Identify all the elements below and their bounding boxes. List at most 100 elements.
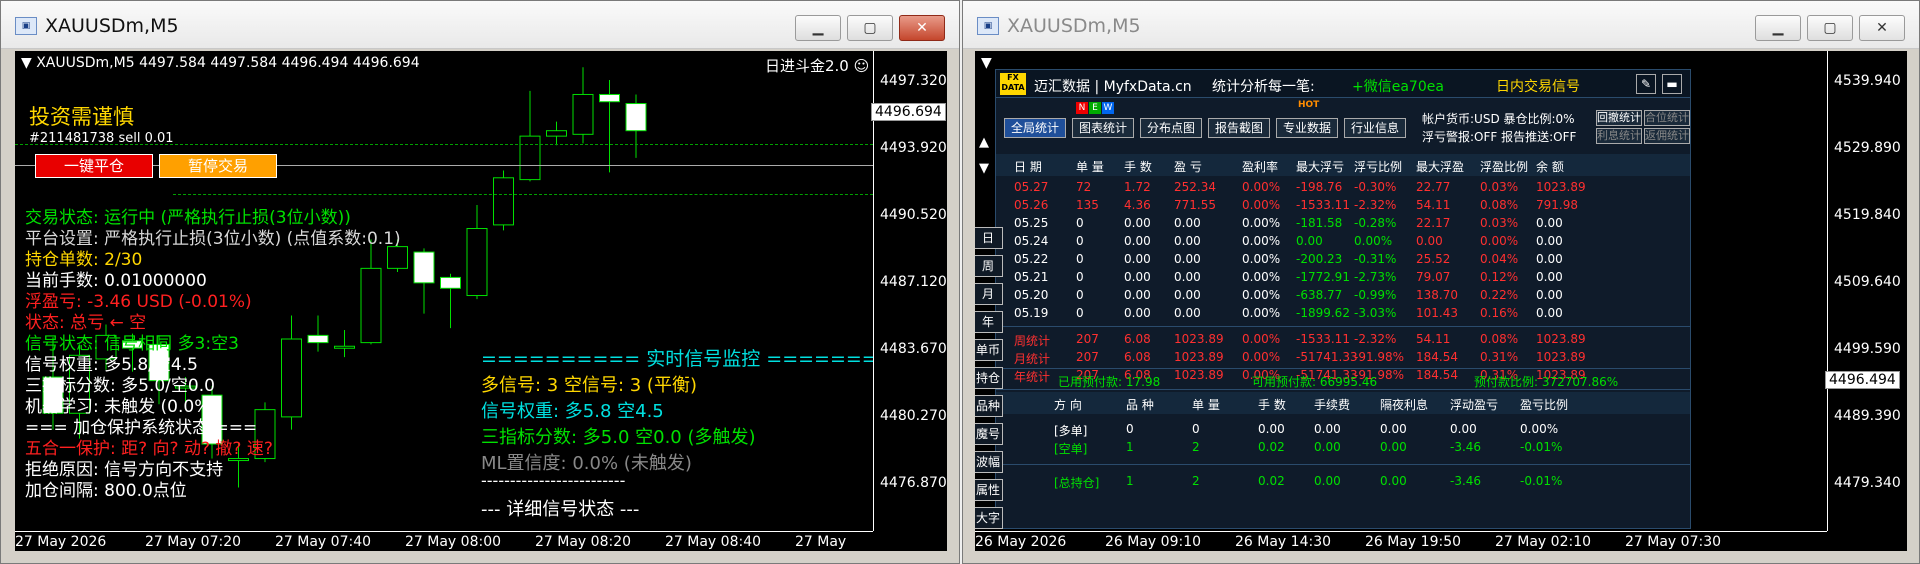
table-cell: -2.73% [1354,270,1397,284]
time-axis-2[interactable]: 26 May 2026 26 May 09:10 26 May 14:30 26 Ma… [975,531,1827,551]
table-cell: 207 [1076,350,1099,364]
positions-divider [996,464,1690,465]
table-row[interactable]: 05.19 0 0.00 0.00 0.00% -1899.62 -3.03% 101.43 0… [996,306,1690,324]
pause-trading-button[interactable]: 暂停交易 [159,154,277,178]
column-header: 浮动盈亏 [1450,398,1499,412]
table-cell: -0.30% [1354,180,1397,194]
table-cell: 2 [1192,474,1200,488]
table-cell: 0.00 [1536,252,1563,266]
quote-text: XAUUSDm,M5 4497.584 4497.584 4496.494 44… [36,55,420,71]
time-tick: 27 May 07:40 [275,534,372,550]
table-cell: 22.77 [1416,180,1451,194]
right-titlebar[interactable]: ▣ XAUUSDm,M5 ▁ ▢ ✕ [963,1,1919,49]
monitor-line-3: 三指标分数: 多5.0 空0.0 (多触发) [481,427,756,448]
side-button[interactable]: 日 [975,227,1003,249]
table-cell: 0.00 [1174,270,1201,284]
scroll-up-arrow[interactable]: ▲ [979,135,989,150]
table-cell: 0.00 [1174,252,1201,266]
side-button[interactable]: 年 [975,311,1003,333]
table-row[interactable]: 05.25 0 0.00 0.00 0.00% -181.58 -0.28% 22.17 0.0… [996,216,1690,234]
toolbar-button[interactable]: 专业数据 [1276,118,1338,138]
table-cell: -0.01% [1520,440,1563,454]
side-button[interactable]: 周 [975,255,1003,277]
close-button-2[interactable]: ✕ [1859,15,1905,41]
caution-title: 投资需谨慎 [29,105,134,129]
side-button[interactable]: 持仓 [975,367,1003,389]
close-button[interactable]: ✕ [899,15,945,41]
position-row[interactable]: [空单] 1 2 0.02 0.00 0.00 -3.46 -0.01% [996,440,1690,458]
time-axis[interactable]: 27 May 2026 27 May 07:20 27 May 07:40 27 Ma… [15,531,873,551]
maximize-button-2[interactable]: ▢ [1807,15,1853,41]
toolbar-button[interactable]: 报告截图 [1208,118,1270,138]
option-button[interactable]: 返佣统计 [1644,128,1690,144]
time-tick: 27 May 2026 [15,534,107,550]
table-row[interactable]: 05.27 72 1.72 252.34 0.00% -198.76 -0.30% 22.77… [996,180,1690,198]
left-titlebar[interactable]: ▣ XAUUSDm,M5 ▁ ▢ ✕ [1,1,959,49]
price-axis[interactable]: 4497.320 4493.920 4490.520 4487.120 4483.670… [873,51,947,531]
side-button[interactable]: 大字 [975,507,1003,529]
candle-body [599,93,620,103]
table-row[interactable]: 05.24 0 0.00 0.00 0.00% 0.00 0.00% 0.00 0.00% 0.0… [996,234,1690,252]
table-cell: 0 [1076,270,1084,284]
candle-body [466,228,488,297]
current-price-tag-2: 4496.494 [1825,371,1900,389]
summary-row[interactable]: 月统计 207 6.08 1023.89 0.00% -51741.33 -91.98% 18… [996,350,1690,368]
table-cell: -91.98% [1354,350,1405,364]
new-badge-e: E [1089,102,1101,114]
position-row[interactable]: [多单] 0 0 0.00 0.00 0.00 0.00 0.00% [996,422,1690,440]
monitor-line-5: ------------------------- [481,471,626,490]
price-tick: 4480.270 [880,408,947,424]
stats-panel: FX DATA 迈汇数据 | MyfxData.cn 统计分析每一笔: +微信e… [995,69,1691,529]
side-button[interactable]: 单币 [975,339,1003,361]
minimize-button-2[interactable]: ▁ [1755,15,1801,41]
ea-name-text: 日进斗金2.0 [765,57,849,75]
table-row[interactable]: 05.20 0 0.00 0.00 0.00% -638.77 -0.99% 138.70 0.… [996,288,1690,306]
table-divider [996,326,1690,327]
position-line [15,144,873,145]
table-cell: 791.98 [1536,198,1578,212]
maximize-button[interactable]: ▢ [847,15,893,41]
column-header: 手 数 [1258,398,1286,412]
table-cell: 0.00 [1258,422,1285,436]
side-button[interactable]: 魔号 [975,423,1003,445]
side-period-buttons: ▲ ▼ 日周月年单币持仓品种魔号波幅属性大字 [975,51,1003,531]
close-all-button[interactable]: 一键平仓 [35,154,153,178]
table-row[interactable]: 05.22 0 0.00 0.00 0.00% -200.23 -0.31% 25.52 0.0… [996,252,1690,270]
left-chart-area[interactable]: ▼ XAUUSDm,M5 4497.584 4497.584 4496.494 … [15,51,947,551]
table-cell: 1023.89 [1536,350,1586,364]
price-tick: 4509.640 [1834,274,1901,290]
ea-name: 日进斗金2.0 ☺ [765,55,869,76]
option-button[interactable]: 合位统计 [1644,110,1690,126]
right-chart-window: ▣ XAUUSDm,M5 ▁ ▢ ✕ ▼ 4539.940 4529.890 451… [962,0,1920,564]
price-tick: 4479.340 [1834,475,1901,491]
minimize-panel-icon[interactable]: ▬ [1662,74,1682,94]
option-button[interactable]: 回撤统计 [1596,110,1642,126]
scroll-down-arrow[interactable]: ▼ [979,161,989,176]
side-button[interactable]: 属性 [975,479,1003,501]
candle-body [493,177,514,226]
side-button[interactable]: 波幅 [975,451,1003,473]
table-cell: 0.00% [1242,216,1281,230]
option-button[interactable]: 利息统计 [1596,128,1642,144]
right-chart-area[interactable]: ▼ 4539.940 4529.890 4519.840 4509.640 4499.5… [975,51,1907,551]
column-header: 余 额 [1536,160,1564,174]
table-row[interactable]: 05.26 135 4.36 771.55 0.00% -1533.11 -2.32% 54.… [996,198,1690,216]
price-axis-2[interactable]: 4539.940 4529.890 4519.840 4509.640 4499.590… [1827,51,1907,531]
minimize-button[interactable]: ▁ [795,15,841,41]
side-button[interactable]: 月 [975,283,1003,305]
position-row[interactable]: [总持仓] 1 2 0.02 0.00 0.00 -3.46 -0.01% [996,474,1690,492]
toolbar-button[interactable]: 行业信息 [1344,118,1406,138]
monitor-line-1: 多信号: 3 空信号: 3 (平衡) [481,375,697,396]
toolbar-button[interactable]: 图表统计 [1072,118,1134,138]
edit-icon[interactable]: ✎ [1636,74,1656,94]
table-row[interactable]: 05.21 0 0.00 0.00 0.00% -1772.91 -2.73% 79.07 0.… [996,270,1690,288]
toolbar-button[interactable]: 全局统计 [1004,118,1066,138]
table-cell: 0.00 [1124,216,1151,230]
side-button[interactable]: 品种 [975,395,1003,417]
summary-row[interactable]: 周统计 207 6.08 1023.89 0.00% -1533.11 -2.32% 54.1… [996,332,1690,350]
table-cell: 54.11 [1416,198,1451,212]
table-cell: 05.19 [1014,306,1049,320]
monitor-title: ========== 实时信号监控 ========== [481,348,926,370]
table-cell: 184.54 [1416,350,1458,364]
toolbar-button[interactable]: 分布点图 [1140,118,1202,138]
